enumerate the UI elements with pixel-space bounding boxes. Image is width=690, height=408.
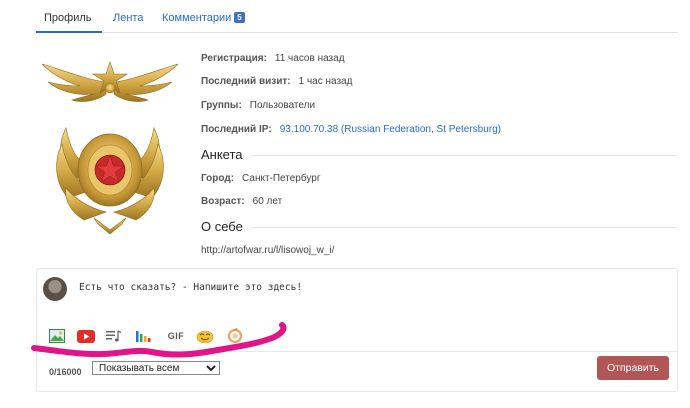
- tab-feed[interactable]: Лента: [113, 12, 143, 24]
- music-playlist-icon[interactable]: [104, 327, 124, 345]
- city-label: Город:: [201, 173, 235, 184]
- composer-divider: [37, 351, 677, 352]
- active-tab-indicator: [36, 31, 102, 33]
- youtube-icon[interactable]: [76, 327, 96, 345]
- comment-input[interactable]: Есть что сказать? - Напишите это здесь!: [79, 282, 302, 293]
- gif-label: GIF: [167, 331, 185, 341]
- last-visit-row: Последний визит: 1 час назад: [201, 76, 352, 87]
- emoji-icon[interactable]: [195, 327, 215, 345]
- sticker-icon[interactable]: [225, 327, 245, 345]
- last-visit-label: Последний визит:: [201, 76, 291, 87]
- city-row: Город: Санкт-Петербург: [201, 173, 320, 184]
- groups-label: Группы:: [201, 100, 242, 111]
- about-value: http://artofwar.ru/l/lisowoj_w_i/: [201, 245, 335, 256]
- last-ip-link[interactable]: 93.100.70.38 (Russian Federation, St Pet…: [280, 124, 501, 135]
- submit-button[interactable]: Отправить: [597, 356, 669, 380]
- section-divider: [201, 227, 678, 228]
- questionnaire-title: Анкета: [201, 147, 251, 162]
- visibility-select[interactable]: Показывать всем: [92, 361, 220, 375]
- registration-row: Регистрация: 11 часов назад: [201, 53, 345, 64]
- profile-card: Регистрация: 11 часов назад Последний виз…: [36, 34, 678, 266]
- about-text: http://artofwar.ru/l/lisowoj_w_i/: [201, 245, 334, 256]
- avatar: [43, 277, 67, 301]
- groups-value: Пользователи: [249, 100, 316, 111]
- image-icon[interactable]: [47, 327, 67, 345]
- registration-label: Регистрация:: [201, 53, 267, 64]
- age-value: 60 лет: [252, 196, 283, 207]
- profile-tabs: Профиль Лента Комментарии 5: [36, 0, 678, 33]
- about-header: О себе: [201, 219, 678, 234]
- age-label: Возраст:: [201, 196, 245, 207]
- age-row: Возраст: 60 лет: [201, 196, 282, 207]
- last-ip-row: Последний IP: 93.100.70.38 (Russian Feder…: [201, 124, 501, 135]
- groups-row: Группы: Пользователи: [201, 100, 315, 111]
- chart-bars-icon[interactable]: [133, 327, 153, 345]
- registration-value: 11 часов назад: [274, 53, 345, 64]
- last-ip-label: Последний IP:: [201, 124, 272, 135]
- about-title: О себе: [201, 219, 251, 234]
- tab-comments-label: Комментарии: [162, 12, 232, 24]
- tab-comments[interactable]: Комментарии 5: [162, 12, 245, 24]
- tab-profile[interactable]: Профиль: [44, 12, 92, 24]
- questionnaire-header: Анкета: [201, 147, 678, 162]
- comment-composer: Есть что сказать? - Напишите это здесь!: [36, 268, 678, 392]
- char-counter: 0/16000: [49, 367, 82, 377]
- military-emblem-avatar: [41, 61, 179, 235]
- comments-count-badge: 5: [234, 12, 245, 23]
- gif-icon[interactable]: GIF: [165, 327, 187, 345]
- section-divider: [201, 155, 678, 156]
- last-visit-value: 1 час назад: [298, 76, 353, 87]
- city-value: Санкт-Петербург: [242, 173, 321, 184]
